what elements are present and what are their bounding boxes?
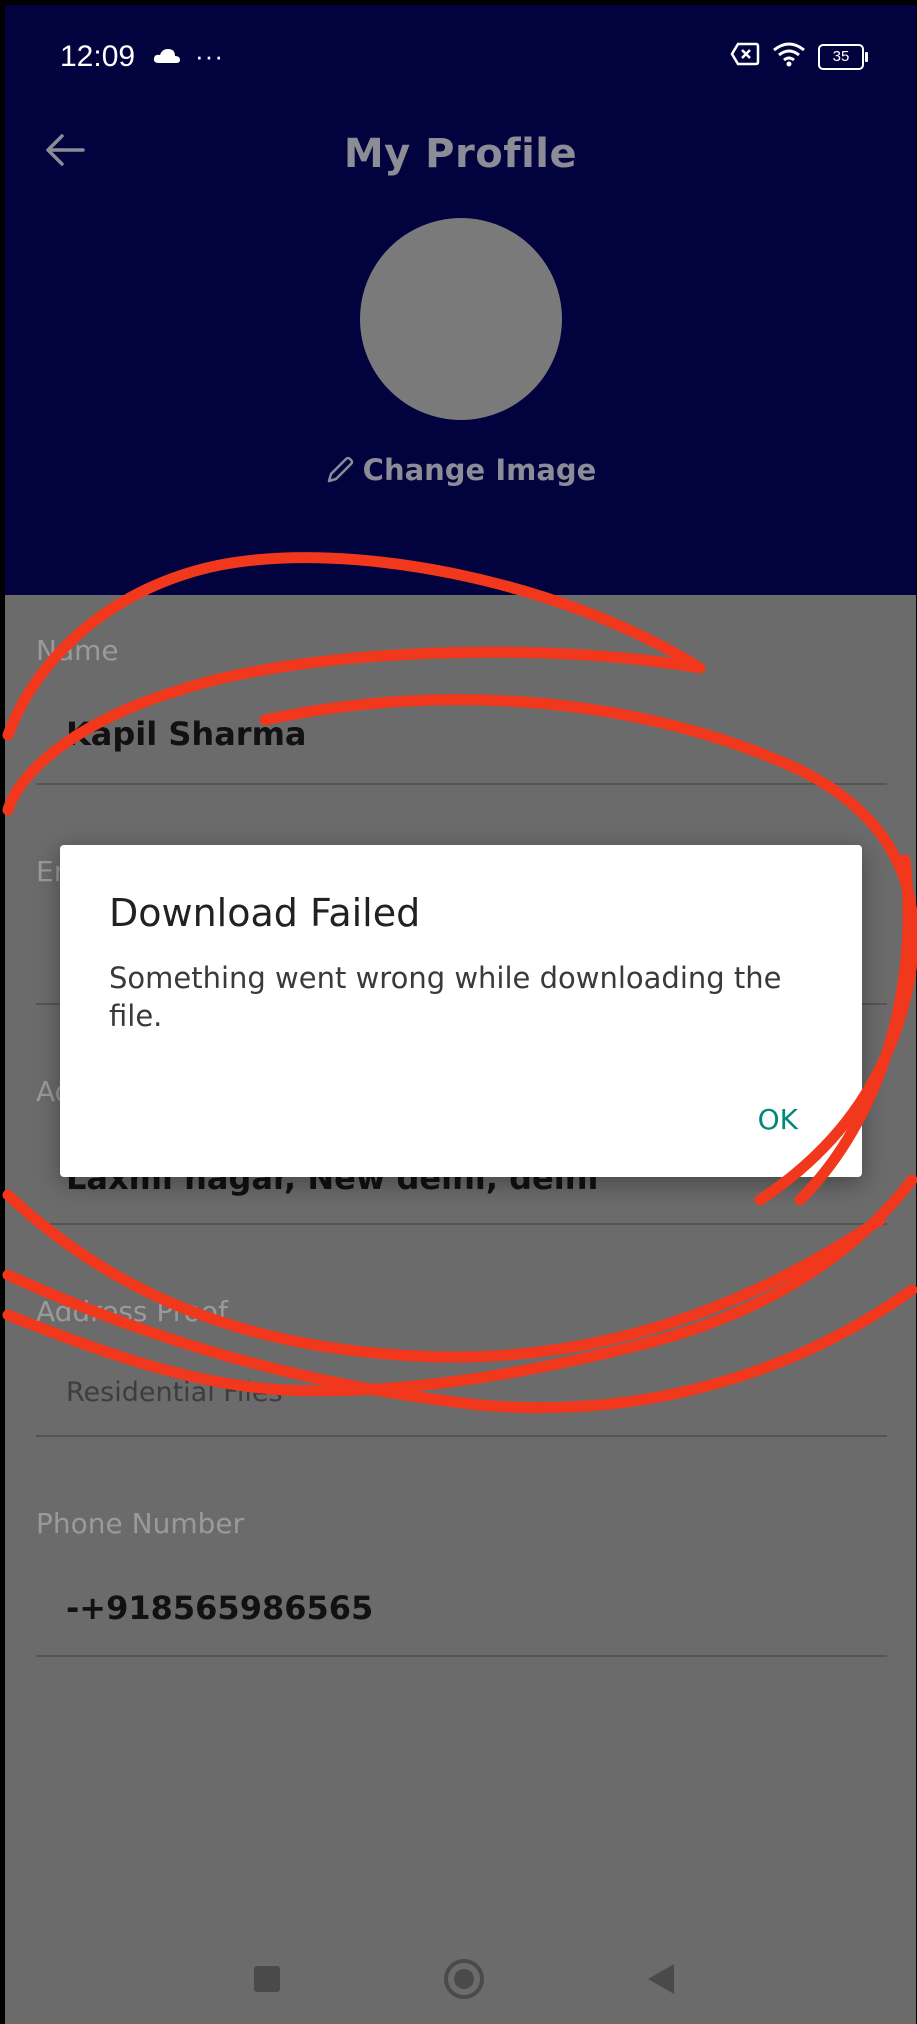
phone-value[interactable]: -+918565986565 bbox=[66, 1589, 373, 1627]
name-divider bbox=[36, 783, 887, 785]
phone-divider bbox=[36, 1655, 887, 1657]
dialog-title: Download Failed bbox=[109, 891, 421, 935]
app-screen: 12:09 ··· 35 My Profile Change Image Nam… bbox=[5, 5, 916, 2024]
name-value[interactable]: Kapil Sharma bbox=[66, 715, 307, 753]
recents-button[interactable] bbox=[243, 1955, 291, 2003]
address-proof-input[interactable]: Residential Files bbox=[66, 1377, 283, 1408]
address-proof-label: Address Proof bbox=[36, 1295, 228, 1328]
home-circle-icon bbox=[444, 1959, 484, 1999]
phone-label: Phone Number bbox=[36, 1507, 245, 1540]
back-triangle-icon bbox=[648, 1964, 674, 1994]
more-dots-icon: ··· bbox=[195, 41, 224, 71]
name-label: Name bbox=[36, 634, 119, 667]
wifi-icon bbox=[772, 41, 806, 72]
change-image-button[interactable]: Change Image bbox=[5, 453, 916, 487]
system-nav-bar bbox=[5, 1935, 916, 2024]
status-right-icons: 35 bbox=[730, 41, 868, 72]
status-bar: 12:09 ··· 35 bbox=[5, 5, 916, 105]
ok-button[interactable]: OK bbox=[752, 1099, 804, 1140]
battery-icon: 35 bbox=[818, 43, 868, 70]
recents-square-icon bbox=[254, 1966, 280, 1992]
back-nav-button[interactable] bbox=[637, 1955, 685, 2003]
change-image-label: Change Image bbox=[362, 453, 597, 487]
home-button[interactable] bbox=[440, 1955, 488, 2003]
sim-blocked-icon bbox=[730, 42, 760, 71]
avatar[interactable] bbox=[360, 218, 562, 420]
download-failed-dialog: Download Failed Something went wrong whi… bbox=[60, 845, 862, 1177]
status-time: 12:09 bbox=[60, 40, 136, 73]
page-title: My Profile bbox=[343, 131, 578, 177]
profile-header: 12:09 ··· 35 My Profile Change Image bbox=[5, 5, 916, 595]
dialog-message: Something went wrong while downloading t… bbox=[109, 961, 782, 1033]
cloud-icon bbox=[153, 41, 181, 72]
pencil-icon bbox=[327, 456, 353, 483]
address-divider bbox=[36, 1223, 887, 1225]
status-left-icons: ··· bbox=[153, 41, 224, 72]
address-proof-divider bbox=[36, 1435, 887, 1437]
